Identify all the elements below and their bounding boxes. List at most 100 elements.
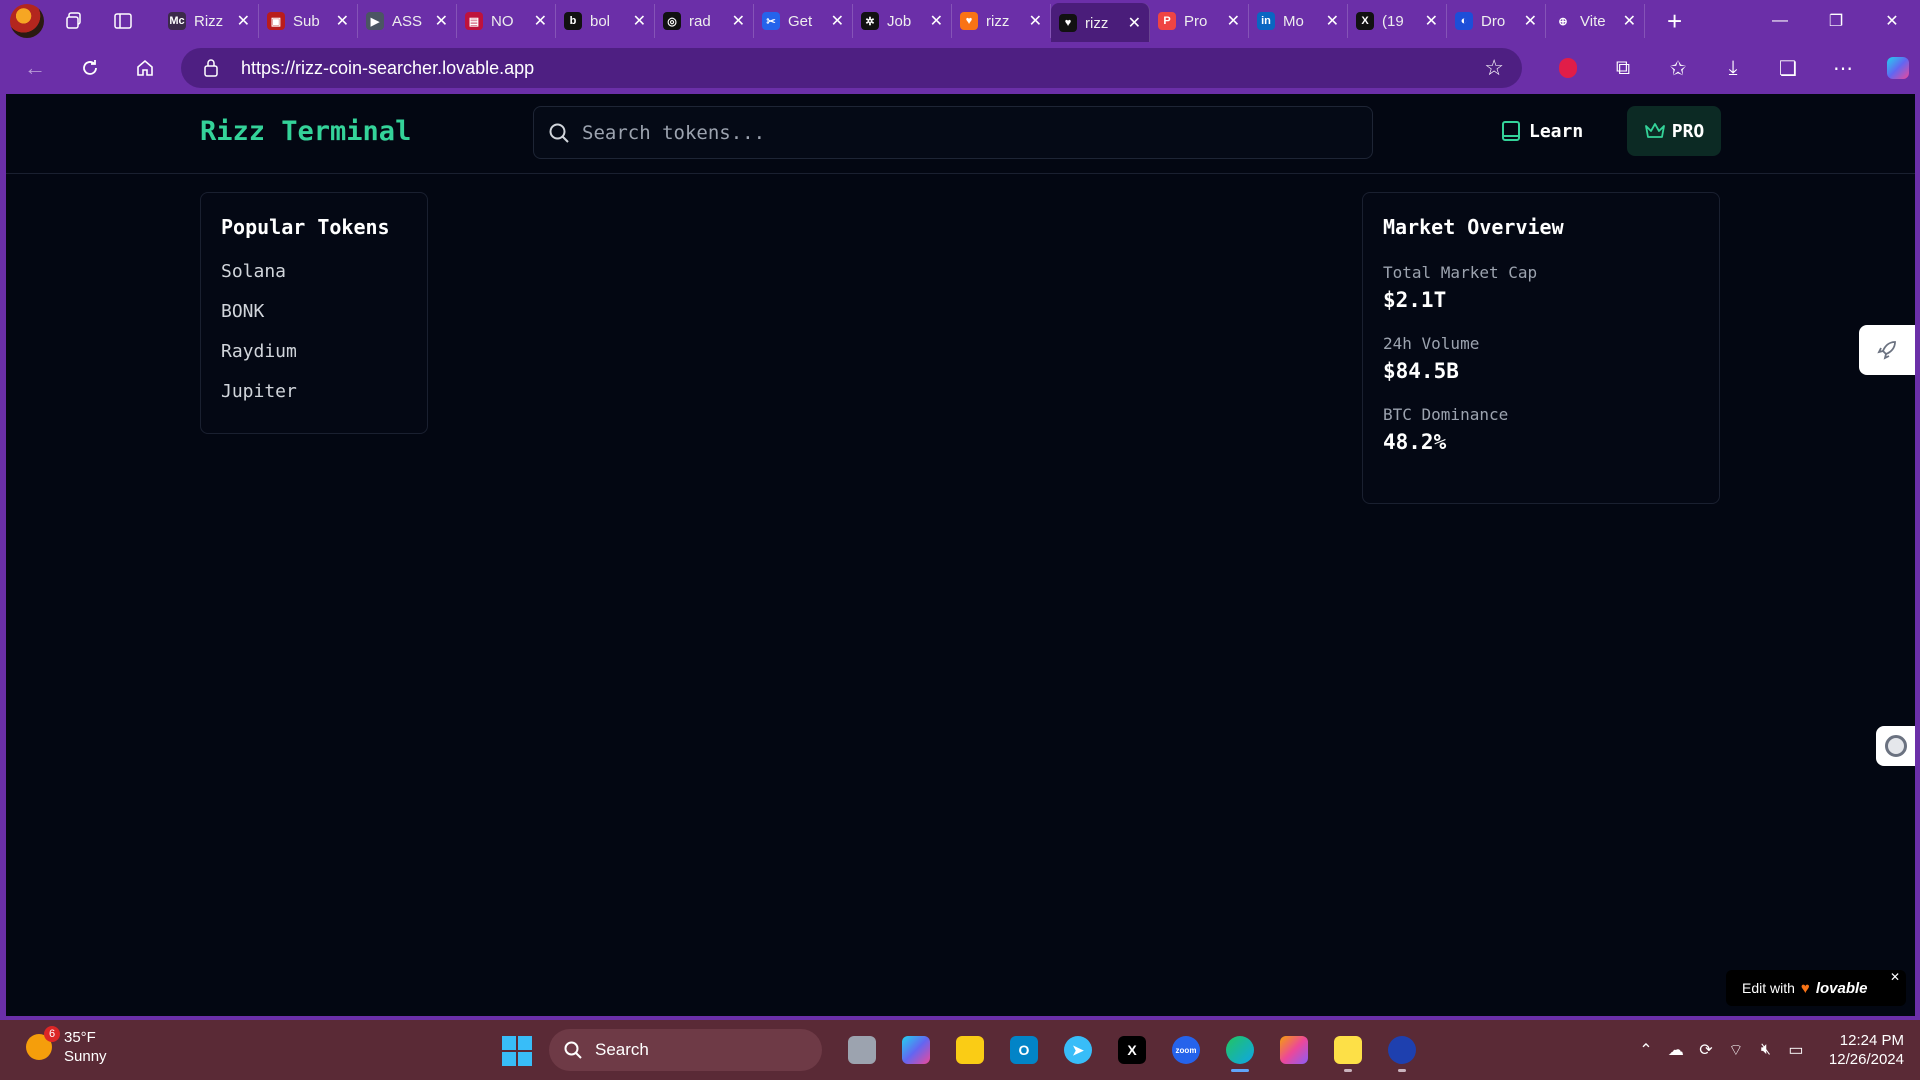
profile-avatar[interactable] [10, 4, 44, 38]
sync-icon[interactable]: ⟳ [1691, 1040, 1721, 1060]
vertical-tabs-icon[interactable] [106, 4, 140, 38]
tab-close-icon[interactable]: ✕ [930, 11, 943, 31]
tab-list: Mc Rizz ✕ ▣ Sub ✕ ▶ ASS ✕ ▤ NO ✕ b bol ✕ ◎ rad ✕ ✂ Get ✕ ✲ Job… [160, 0, 1645, 43]
tab-close-icon[interactable]: ✕ [1128, 13, 1141, 33]
browser-tab[interactable]: ⊕ Vite ✕ [1546, 4, 1645, 38]
restore-button[interactable]: ❐ [1808, 0, 1864, 42]
browser-tab[interactable]: b bol ✕ [556, 4, 655, 38]
taskbar-search[interactable]: Search [549, 1029, 822, 1071]
browser-tab[interactable]: ▣ Sub ✕ [259, 4, 358, 38]
browser-tab[interactable]: ✂ Get ✕ [754, 4, 853, 38]
tab-close-icon[interactable]: ✕ [435, 11, 448, 31]
url-text[interactable]: https://rizz-coin-searcher.lovable.app [241, 58, 1484, 79]
token-item-raydium[interactable]: Raydium [221, 341, 407, 381]
start-button[interactable] [502, 1036, 532, 1066]
taskbar-search-label: Search [595, 1040, 649, 1059]
tab-close-icon[interactable]: ✕ [831, 11, 844, 31]
tab-close-icon[interactable]: ✕ [1029, 11, 1042, 31]
market-overview-card: Market Overview Total Market Cap $2.1T 2… [1362, 192, 1720, 504]
tab-close-icon[interactable]: ✕ [534, 11, 547, 31]
x-app-icon[interactable]: X [1105, 1028, 1159, 1072]
pro-button[interactable]: PRO [1627, 106, 1721, 156]
browser-tab[interactable]: Mc Rizz ✕ [160, 4, 259, 38]
app-header: Rizz Terminal Learn PRO [6, 94, 1915, 174]
wifi-icon[interactable]: ⌔ [1721, 1040, 1751, 1060]
minimize-button[interactable]: — [1752, 0, 1808, 42]
browser-tab[interactable]: in Mo ✕ [1249, 4, 1348, 38]
edge-dev-icon[interactable] [1375, 1028, 1429, 1072]
back-button[interactable]: ← [15, 48, 55, 88]
extensions-puzzle-icon[interactable]: ⧉ [1601, 48, 1645, 88]
assistant-side-button[interactable] [1876, 726, 1915, 766]
browser-toolbar: ← https://rizz-coin-searcher.lovable.app… [0, 42, 1920, 94]
workspaces-icon[interactable] [58, 4, 92, 38]
tab-favicon-icon: ♥ [1059, 14, 1077, 32]
close-window-button[interactable]: ✕ [1864, 0, 1920, 42]
address-bar[interactable]: https://rizz-coin-searcher.lovable.app ☆ [181, 48, 1522, 88]
tab-close-icon[interactable]: ✕ [1326, 11, 1339, 31]
browser-tools: ⧉ ✩ ⤓ ❏ ⋯ [1535, 42, 1920, 94]
search-input[interactable] [582, 121, 1342, 144]
more-menu-icon[interactable]: ⋯ [1821, 48, 1865, 88]
rocket-side-button[interactable] [1859, 325, 1915, 375]
favorite-star-icon[interactable]: ☆ [1484, 55, 1504, 81]
battery-icon[interactable]: ▭ [1781, 1040, 1811, 1060]
edge-browser-icon[interactable] [1213, 1028, 1267, 1072]
chevron-up-icon[interactable]: ⌃ [1631, 1040, 1661, 1060]
clock[interactable]: 12:24 PM 12/26/2024 [1829, 1031, 1904, 1069]
tab-close-icon[interactable]: ✕ [1425, 11, 1438, 31]
browser-tab[interactable]: ▤ NO ✕ [457, 4, 556, 38]
copilot-icon[interactable] [1876, 48, 1920, 88]
learn-button[interactable]: Learn [1501, 106, 1583, 156]
token-search[interactable] [533, 106, 1373, 159]
tab-favicon-icon: ◎ [663, 12, 681, 30]
task-view-icon[interactable] [835, 1028, 889, 1072]
tab-close-icon[interactable]: ✕ [732, 11, 745, 31]
browser-tab[interactable]: X (19 ✕ [1348, 4, 1447, 38]
extension-shield-icon[interactable] [1546, 48, 1590, 88]
lock-icon[interactable] [201, 59, 221, 77]
tab-close-icon[interactable]: ✕ [633, 11, 646, 31]
onedrive-cloud-icon[interactable]: ☁ [1661, 1040, 1691, 1060]
sticky-notes-icon[interactable] [1321, 1028, 1375, 1072]
close-badge-icon[interactable]: ✕ [1890, 970, 1900, 984]
edit-with-lovable-badge[interactable]: Edit with ♥ lovable ✕ [1726, 970, 1906, 1006]
zoom-icon[interactable]: zoom [1159, 1028, 1213, 1072]
browser-tab[interactable]: ♥ rizz ✕ [1051, 3, 1150, 43]
browser-tab[interactable]: ♥ rizz ✕ [952, 4, 1051, 38]
stat-label: Total Market Cap [1383, 263, 1538, 282]
browser-tab[interactable]: P Pro ✕ [1150, 4, 1249, 38]
popular-tokens-list: Solana BONK Raydium Jupiter [221, 261, 407, 421]
tab-close-icon[interactable]: ✕ [1524, 11, 1537, 31]
outlook-icon[interactable]: O [997, 1028, 1051, 1072]
browser-tab[interactable]: ✲ Job ✕ [853, 4, 952, 38]
tab-close-icon[interactable]: ✕ [237, 11, 250, 31]
tab-close-icon[interactable]: ✕ [1623, 11, 1636, 31]
file-explorer-icon[interactable] [943, 1028, 997, 1072]
lovable-brand: lovable [1815, 979, 1868, 997]
token-item-bonk[interactable]: BONK [221, 301, 407, 341]
tab-close-icon[interactable]: ✕ [336, 11, 349, 31]
weather-widget[interactable]: 6 35°F Sunny [26, 1026, 107, 1066]
copilot-app-icon[interactable] [889, 1028, 943, 1072]
new-tab-button[interactable]: + [1667, 6, 1682, 37]
browser-tab[interactable]: ◐ Dro ✕ [1447, 4, 1546, 38]
refresh-button[interactable] [70, 48, 110, 88]
tab-title: Get [788, 12, 813, 30]
tab-title: Vite [1580, 12, 1606, 30]
collections-icon[interactable]: ❏ [1766, 48, 1810, 88]
token-item-jupiter[interactable]: Jupiter [221, 381, 407, 421]
home-button[interactable] [125, 48, 165, 88]
downloads-icon[interactable]: ⤓ [1711, 48, 1755, 88]
token-item-solana[interactable]: Solana [221, 261, 407, 301]
browser-tab[interactable]: ◎ rad ✕ [655, 4, 754, 38]
tab-title: ASS [392, 12, 423, 30]
instagram-icon[interactable] [1267, 1028, 1321, 1072]
volume-muted-icon[interactable]: 🔇︎ [1751, 1041, 1781, 1059]
telegram-icon[interactable]: ➤ [1051, 1028, 1105, 1072]
app-logo[interactable]: Rizz Terminal [200, 116, 411, 147]
favorites-icon[interactable]: ✩ [1656, 48, 1700, 88]
tab-close-icon[interactable]: ✕ [1227, 11, 1240, 31]
browser-tab[interactable]: ▶ ASS ✕ [358, 4, 457, 38]
window-controls: — ❐ ✕ [1752, 0, 1920, 42]
